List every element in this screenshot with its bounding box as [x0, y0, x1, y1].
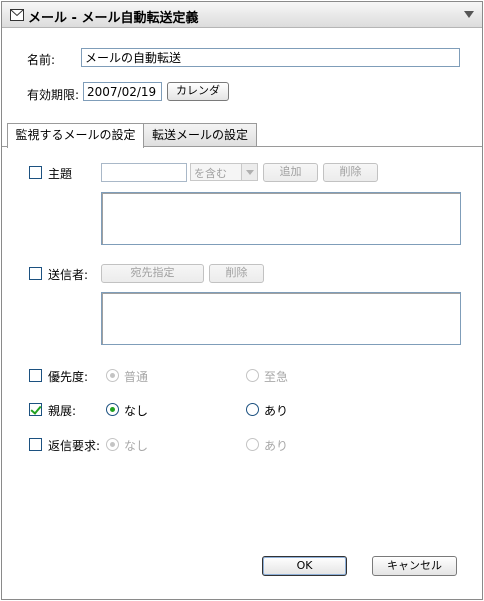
subject-operator-select[interactable]: を含む	[190, 163, 258, 181]
confidentiality-yes-label: あり	[264, 404, 289, 418]
cancel-button[interactable]: キャンセル	[372, 556, 457, 576]
priority-checkbox[interactable]	[29, 369, 42, 382]
reply-request-none-label: なし	[124, 439, 149, 453]
reply-request-none-radio[interactable]	[106, 438, 119, 451]
priority-normal-radio[interactable]	[106, 369, 119, 382]
chevron-down-icon	[241, 164, 257, 180]
subject-add-button[interactable]: 追加	[263, 163, 318, 182]
validity-date-input[interactable]	[83, 82, 162, 101]
calendar-button[interactable]: カレンダ	[167, 82, 229, 101]
tab-forward-mail[interactable]: 転送メールの設定	[143, 123, 257, 147]
validity-label: 有効期限:	[27, 88, 80, 102]
reply-request-label: 返信要求:	[48, 439, 101, 453]
subject-list[interactable]	[101, 192, 461, 245]
dialog-window: メール - メール自動転送定義 名前: 有効期限: カレンダ 監視するメールの設…	[1, 1, 483, 600]
reply-request-yes-radio[interactable]	[246, 438, 259, 451]
window-title: メール - メール自動転送定義	[28, 11, 199, 26]
menu-chevron-down-icon[interactable]	[464, 11, 474, 18]
sender-label: 送信者:	[48, 268, 89, 282]
confidentiality-yes-radio[interactable]	[246, 403, 259, 416]
reply-request-yes-label: あり	[264, 439, 289, 453]
priority-normal-label: 普通	[124, 370, 149, 384]
subject-operator-value: を含む	[194, 167, 227, 180]
title-bar: メール - メール自動転送定義	[2, 2, 482, 28]
confidentiality-checkbox[interactable]	[29, 403, 42, 416]
name-label: 名前:	[27, 53, 56, 67]
confidentiality-none-label: なし	[124, 404, 149, 418]
reply-request-checkbox[interactable]	[29, 438, 42, 451]
mail-icon	[10, 9, 24, 21]
confidentiality-label: 親展:	[48, 404, 77, 418]
subject-label: 主題	[48, 167, 73, 181]
sender-delete-button[interactable]: 削除	[209, 264, 264, 283]
subject-checkbox[interactable]	[29, 166, 42, 179]
tab-monitor-mail[interactable]: 監視するメールの設定	[7, 123, 144, 148]
priority-urgent-radio[interactable]	[246, 369, 259, 382]
name-input[interactable]	[81, 48, 460, 67]
subject-delete-button[interactable]: 削除	[323, 163, 378, 182]
sender-checkbox[interactable]	[29, 267, 42, 280]
priority-urgent-label: 至急	[264, 370, 289, 384]
confidentiality-none-radio[interactable]	[106, 403, 119, 416]
sender-list[interactable]	[101, 292, 461, 345]
ok-button[interactable]: OK	[262, 556, 347, 576]
priority-label: 優先度:	[48, 370, 89, 384]
sender-address-button[interactable]: 宛先指定	[101, 264, 204, 283]
subject-input[interactable]	[101, 163, 187, 182]
